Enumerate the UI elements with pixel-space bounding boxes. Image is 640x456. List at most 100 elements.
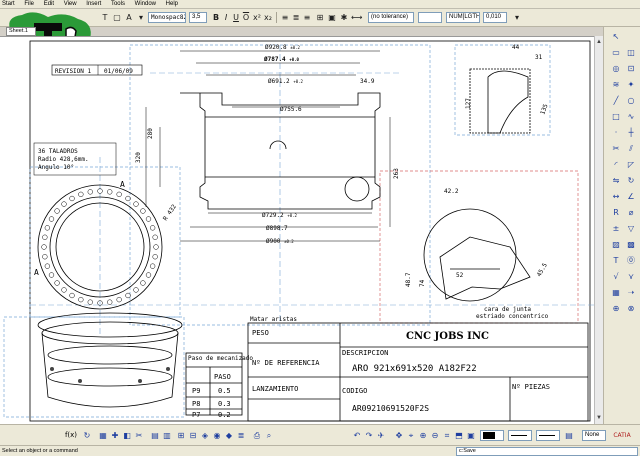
- clipping-view-icon[interactable]: ⊡: [625, 63, 637, 74]
- datum-icon[interactable]: ▽: [625, 223, 637, 234]
- cut-icon[interactable]: ✂: [134, 430, 144, 441]
- sheet-tab[interactable]: Sheet.1: [6, 27, 36, 36]
- fly-icon[interactable]: ✈: [376, 430, 386, 441]
- arrow-icon[interactable]: ➝: [625, 287, 637, 298]
- line-icon[interactable]: ╱: [610, 95, 622, 106]
- scroll-down-icon[interactable]: ▼: [595, 414, 603, 422]
- scroll-up-icon[interactable]: ▲: [595, 38, 603, 46]
- underline-icon[interactable]: U: [231, 12, 241, 23]
- iso-view-icon[interactable]: ⬒: [454, 430, 464, 441]
- dim-system-icon[interactable]: ⊞: [176, 430, 186, 441]
- align-left-icon[interactable]: ≡: [280, 12, 290, 23]
- display-icon[interactable]: ◉: [212, 430, 222, 441]
- pan-icon[interactable]: ✥: [394, 430, 404, 441]
- broken-view-icon[interactable]: ≋: [610, 79, 622, 90]
- align-right-icon[interactable]: ≡: [302, 12, 312, 23]
- pattern-select[interactable]: None: [582, 430, 606, 441]
- tolerance-select[interactable]: (no tolerance): [368, 12, 414, 23]
- hatch-icon[interactable]: ▨: [610, 239, 622, 250]
- color-icon[interactable]: ◆: [224, 430, 234, 441]
- subscript-icon[interactable]: x₂: [263, 12, 273, 23]
- undo-icon[interactable]: ↶: [352, 430, 362, 441]
- menu-window[interactable]: Window: [131, 0, 160, 9]
- point-icon[interactable]: ·: [610, 127, 622, 138]
- dimension-icon[interactable]: ↔: [610, 191, 622, 202]
- zoom-out-icon[interactable]: ⊖: [430, 430, 440, 441]
- dropdown-arrow-icon[interactable]: ▾: [512, 12, 522, 23]
- italic-icon[interactable]: I: [221, 12, 231, 23]
- thread-icon[interactable]: ⊗: [625, 303, 637, 314]
- select-icon[interactable]: ↖: [610, 31, 622, 42]
- line-weight-select[interactable]: [536, 430, 560, 441]
- tolerance-icon[interactable]: ±: [610, 223, 622, 234]
- menu-help[interactable]: Help: [162, 0, 182, 9]
- formula-icon[interactable]: f(x): [64, 430, 78, 441]
- menu-insert[interactable]: Insert: [82, 0, 105, 9]
- trim-icon[interactable]: ✂: [610, 143, 622, 154]
- sheet-view-icon[interactable]: ▣: [466, 430, 476, 441]
- font-size-select[interactable]: 3,5: [189, 12, 207, 23]
- bold-icon[interactable]: B: [211, 12, 221, 23]
- dropdown-arrow-icon[interactable]: ▾: [136, 12, 146, 23]
- filter-icon[interactable]: ⊟: [188, 430, 198, 441]
- anchor-icon[interactable]: ⊞: [315, 12, 325, 23]
- superscript-icon[interactable]: x²: [252, 12, 262, 23]
- vertical-scrollbar[interactable]: ▲ ▼: [594, 36, 603, 424]
- fillet-icon[interactable]: ◜: [610, 159, 622, 170]
- roughness-icon[interactable]: √: [610, 271, 622, 282]
- drawing-sheet[interactable]: Ø920.8 ±0.2 Ø787.4 +0.0 Ø691.2 +0.2 Ø755…: [0, 36, 603, 424]
- line-type-select[interactable]: [508, 430, 532, 441]
- zoom-in-icon[interactable]: ⊕: [418, 430, 428, 441]
- menu-edit[interactable]: Edit: [40, 0, 58, 9]
- align-center-icon[interactable]: ≣: [291, 12, 301, 23]
- area-fill-icon[interactable]: ▩: [625, 239, 637, 250]
- command-input[interactable]: c:Save: [456, 447, 638, 456]
- fit-all-icon[interactable]: ⌖: [406, 430, 416, 441]
- menu-tools[interactable]: Tools: [107, 0, 129, 9]
- number-format-select[interactable]: NUM[LGTH]: [446, 12, 480, 23]
- text-style-icon[interactable]: A: [124, 12, 134, 23]
- offset-icon[interactable]: ⫽: [625, 143, 637, 154]
- rotate-icon[interactable]: ↻: [625, 175, 637, 186]
- pattern-icon[interactable]: ▤: [564, 430, 574, 441]
- balloon-icon[interactable]: ⓪: [625, 255, 637, 266]
- print-icon[interactable]: ⎙: [252, 430, 262, 441]
- menu-file[interactable]: File: [20, 0, 38, 9]
- wizard-icon[interactable]: ✦: [625, 79, 637, 90]
- section-view-icon[interactable]: ◫: [625, 47, 637, 58]
- circle-icon[interactable]: ○: [625, 95, 637, 106]
- tolerance-value-select[interactable]: [418, 12, 442, 23]
- table-icon[interactable]: ▦: [610, 287, 622, 298]
- precision-select[interactable]: 0,010: [483, 12, 507, 23]
- dimension-icon[interactable]: ⟷: [351, 12, 362, 23]
- snap-icon[interactable]: ✚: [110, 430, 120, 441]
- spline-icon[interactable]: ∿: [625, 111, 637, 122]
- insert-symbol-icon[interactable]: ✱: [339, 12, 349, 23]
- front-view-icon[interactable]: ▭: [610, 47, 622, 58]
- text-icon[interactable]: T: [610, 255, 622, 266]
- center-line-icon[interactable]: ⊕: [610, 303, 622, 314]
- angle-dimension-icon[interactable]: ∠: [625, 191, 637, 202]
- update-icon[interactable]: ↻: [82, 430, 92, 441]
- detail-view-icon[interactable]: ◎: [610, 63, 622, 74]
- chamfer-icon[interactable]: ◸: [625, 159, 637, 170]
- weld-icon[interactable]: ⋎: [625, 271, 637, 282]
- radius-dimension-icon[interactable]: R: [610, 207, 622, 218]
- rectangle-icon[interactable]: □: [610, 111, 622, 122]
- grid-icon[interactable]: ▦: [98, 430, 108, 441]
- analysis-icon[interactable]: ◧: [122, 430, 132, 441]
- normal-view-icon[interactable]: ⌗: [442, 430, 452, 441]
- menu-start[interactable]: Start: [0, 0, 19, 9]
- axis-icon[interactable]: ┼: [625, 127, 637, 138]
- text-icon[interactable]: T: [100, 12, 110, 23]
- geometry-icon[interactable]: ◈: [200, 430, 210, 441]
- font-name-select[interactable]: Monospac821: [148, 12, 186, 23]
- create-constraints-icon[interactable]: ▥: [162, 430, 172, 441]
- frame-toggle-icon[interactable]: ▣: [327, 12, 337, 23]
- search-icon[interactable]: ⌕: [264, 430, 274, 441]
- show-constraints-icon[interactable]: ▤: [150, 430, 160, 441]
- frame-icon[interactable]: ▢: [112, 12, 122, 23]
- menu-view[interactable]: View: [60, 0, 81, 9]
- redo-icon[interactable]: ↷: [364, 430, 374, 441]
- line-color-select[interactable]: [480, 430, 504, 441]
